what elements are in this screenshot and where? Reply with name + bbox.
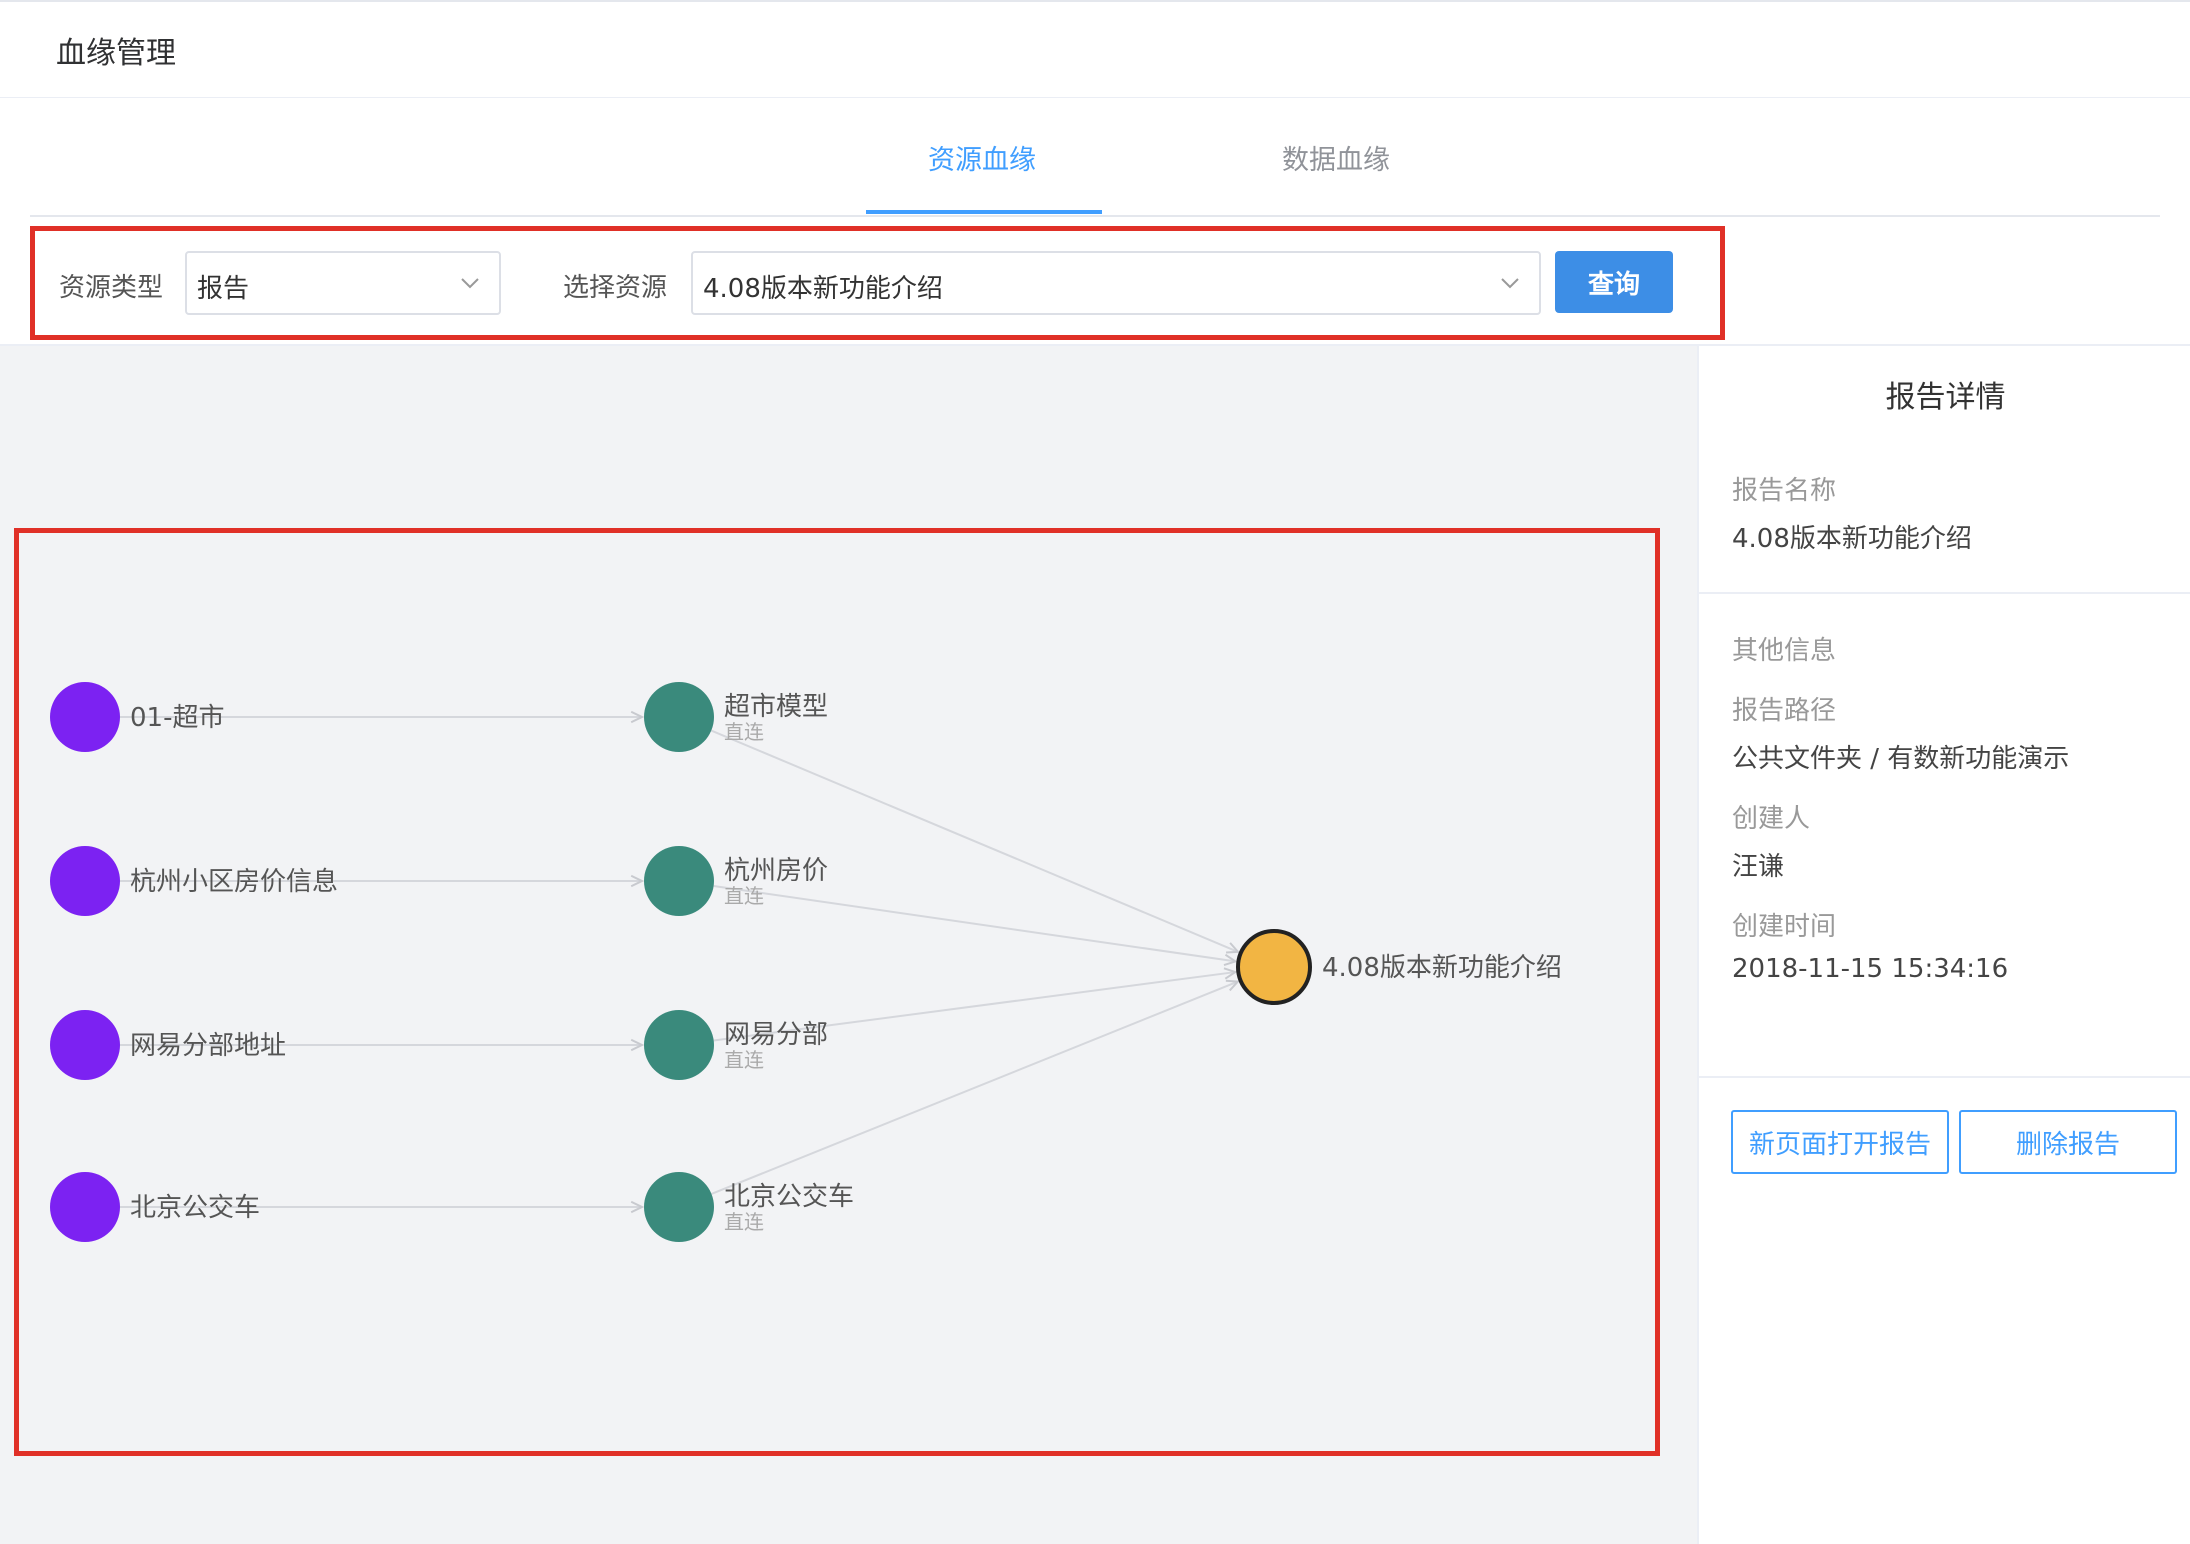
model-node (644, 1172, 714, 1242)
tab-resource-lineage[interactable]: 资源血缘 (928, 138, 1036, 177)
tabs-divider (30, 215, 2160, 217)
active-tab-indicator (866, 210, 1102, 214)
model-node-sublabel: 直连 (724, 884, 764, 908)
filter-bar: 资源类型 报告 选择资源 4.08版本新功能介绍 查询 (30, 226, 1725, 340)
details-panel: 报告详情 报告名称 4.08版本新功能介绍 其他信息 报告路径 公共文件夹 / … (1697, 346, 2190, 1544)
lineage-page: 血缘管理 资源血缘 数据血缘 资源类型 报告 选择资源 4.08版本新功能介绍 … (0, 0, 2190, 1544)
creator-label: 创建人 (1732, 804, 1811, 834)
edge-line (710, 729, 1239, 953)
source-node-label: 北京公交车 (130, 1193, 260, 1223)
report-name-value: 4.08版本新功能介绍 (1732, 524, 1972, 554)
select-resource-select[interactable]: 4.08版本新功能介绍 (691, 251, 1541, 315)
created-time-value: 2018-11-15 15:34:16 (1732, 954, 2009, 984)
edge-line (711, 980, 1239, 1195)
model-node-label: 超市模型 (724, 692, 828, 722)
query-button[interactable]: 查询 (1555, 251, 1673, 313)
lineage-graph-svg: 01-超市杭州小区房价信息网易分部地址北京公交车超市模型直连杭州房价直连网易分部… (50, 682, 1562, 1242)
creator-value: 汪谦 (1732, 852, 1785, 882)
edge-line (713, 885, 1236, 963)
open-report-button[interactable]: 新页面打开报告 (1731, 1110, 1949, 1174)
panel-divider (1699, 1076, 2190, 1078)
page-title: 血缘管理 (56, 36, 176, 71)
delete-report-button[interactable]: 删除报告 (1959, 1110, 2177, 1174)
resource-type-value: 报告 (197, 274, 250, 304)
source-node-label: 01-超市 (130, 703, 224, 733)
lineage-graph: 01-超市 杭州小区房价信息 网易分部地址 北京公交车 超市模型 直连 杭州房价 直连 网易分部… (14, 528, 1660, 1456)
panel-divider (1699, 592, 2190, 594)
target-node-label: 4.08版本新功能介绍 (1322, 953, 1562, 983)
report-path-value: 公共文件夹 / 有数新功能演示 (1732, 744, 2070, 774)
header: 血缘管理 (0, 0, 2190, 98)
source-node (50, 846, 120, 916)
report-path-label: 报告路径 (1732, 696, 1837, 726)
model-node-label: 杭州房价 (724, 856, 828, 886)
panel-title: 报告详情 (1885, 380, 2006, 415)
other-info-label: 其他信息 (1732, 636, 1837, 666)
tab-data-lineage[interactable]: 数据血缘 (1282, 138, 1390, 177)
select-resource-label: 选择资源 (563, 273, 668, 303)
tab-bar: 资源血缘 数据血缘 (0, 98, 2190, 216)
model-node (644, 1010, 714, 1080)
model-node-sublabel: 直连 (724, 720, 764, 744)
source-node-label: 网易分部地址 (130, 1031, 286, 1061)
model-node (644, 846, 714, 916)
chevron-down-icon (461, 278, 479, 289)
report-name-label: 报告名称 (1732, 476, 1837, 506)
model-node (644, 682, 714, 752)
chevron-down-icon (1501, 278, 1519, 289)
source-node (50, 682, 120, 752)
source-node-label: 杭州小区房价信息 (130, 867, 338, 897)
resource-type-select[interactable]: 报告 (185, 251, 501, 315)
model-node-label: 网易分部 (724, 1020, 828, 1050)
created-time-label: 创建时间 (1732, 912, 1837, 942)
source-node (50, 1010, 120, 1080)
resource-type-label: 资源类型 (59, 273, 164, 303)
target-node (1236, 929, 1312, 1005)
model-node-sublabel: 直连 (724, 1210, 764, 1234)
source-node (50, 1172, 120, 1242)
model-node-label: 北京公交车 (724, 1182, 854, 1212)
select-resource-value: 4.08版本新功能介绍 (703, 274, 943, 304)
model-node-sublabel: 直连 (724, 1048, 764, 1072)
